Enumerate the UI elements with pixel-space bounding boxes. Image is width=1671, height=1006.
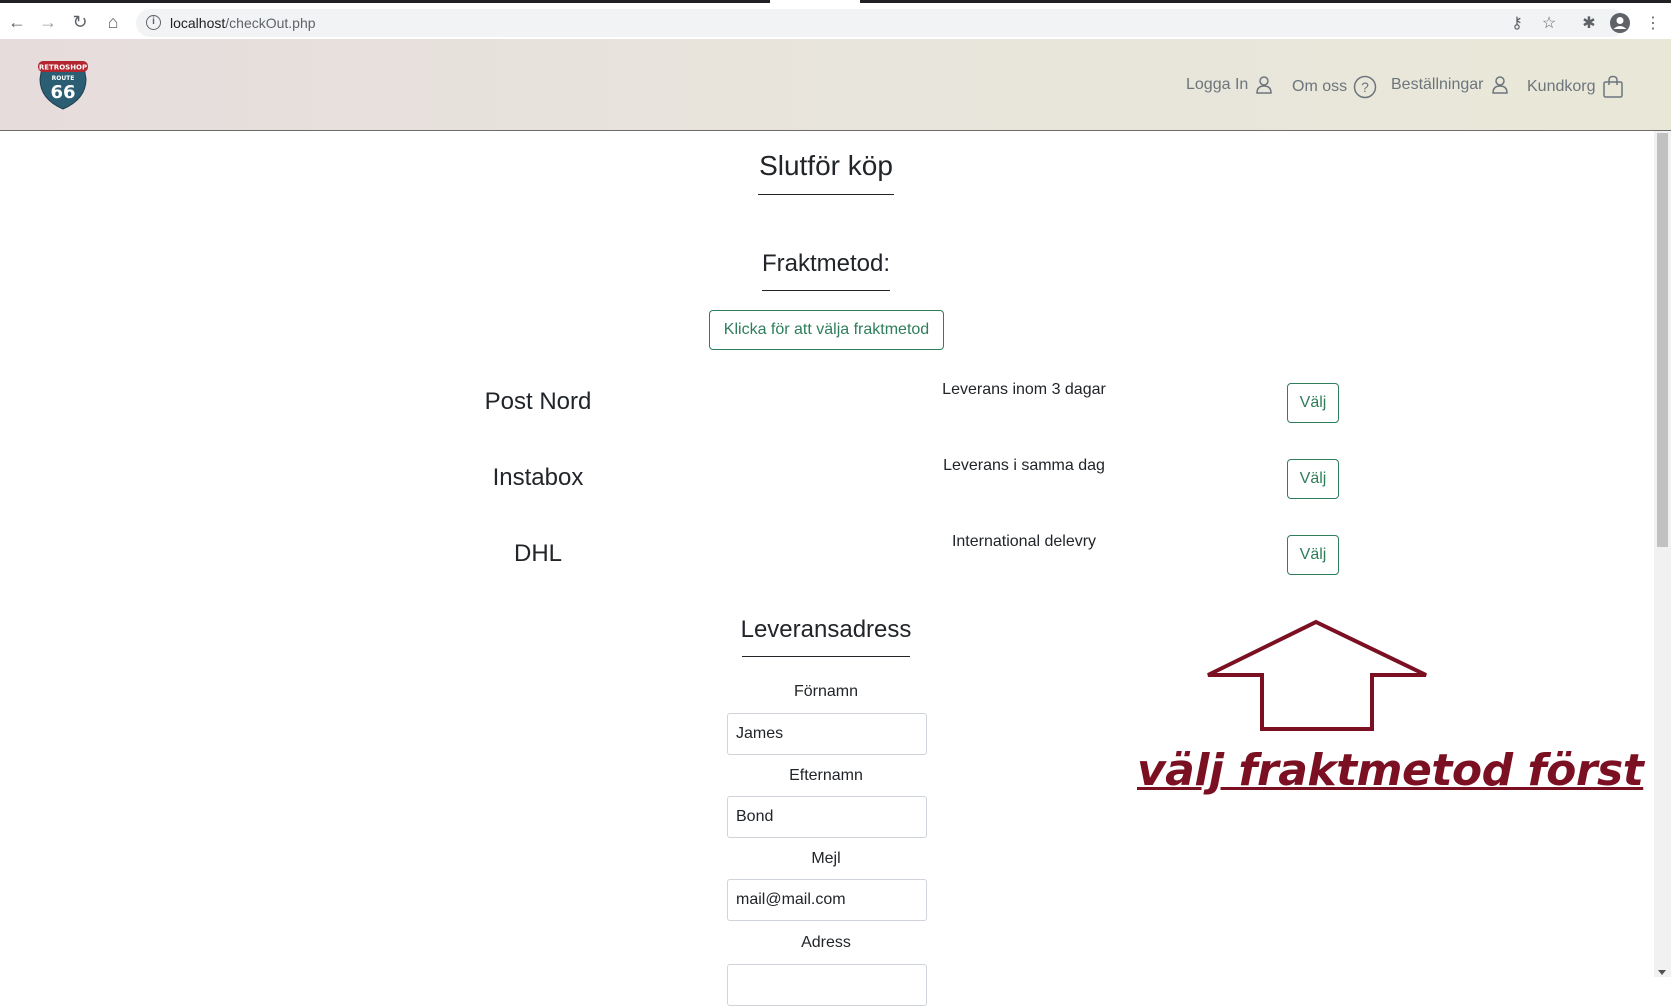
page-title: Slutför köp	[726, 150, 926, 195]
home-icon[interactable]: ⌂	[100, 9, 126, 35]
site-header: RETROSHOP ROUTE 66 Logga In Om oss ? Bes…	[0, 39, 1671, 131]
carrier-name: Instabox	[492, 464, 584, 491]
select-carrier-button[interactable]: Välj	[1287, 459, 1339, 499]
address-heading-underline	[742, 656, 910, 657]
page-title-underline	[758, 194, 894, 195]
shipping-heading-text: Fraktmetod:	[761, 250, 891, 277]
key-icon[interactable]: ⚷	[1506, 12, 1528, 34]
nav-cart-label: Kundkorg	[1527, 78, 1596, 95]
logo-brand-text: RETROSHOP	[39, 64, 87, 72]
logo-number-text: 66	[50, 82, 75, 103]
back-arrow-icon[interactable]: ←	[4, 9, 30, 35]
logo-route-text: ROUTE	[52, 75, 75, 82]
site-info-icon[interactable]: i	[146, 15, 161, 30]
shopping-bag-icon	[1602, 75, 1623, 98]
user-icon	[1491, 76, 1508, 94]
url-text: localhost/checkOut.php	[170, 15, 316, 31]
reload-icon[interactable]: ↻	[67, 9, 93, 35]
select-carrier-button[interactable]: Välj	[1287, 535, 1339, 575]
choose-shipping-button[interactable]: Klicka för att välja fraktmetod	[709, 310, 944, 350]
carrier-description: Leverans i samma dag	[943, 457, 1105, 474]
profile-icon[interactable]	[1609, 12, 1631, 34]
question-circle-icon: ?	[1353, 75, 1377, 99]
last-name-field[interactable]	[727, 796, 927, 838]
carrier-description: International delevry	[951, 533, 1097, 550]
address-field[interactable]	[727, 964, 927, 1006]
shipping-heading: Fraktmetod:	[726, 250, 926, 291]
nav-login[interactable]: Logga In	[1186, 75, 1274, 95]
up-arrow-icon	[1207, 619, 1427, 731]
select-carrier-button[interactable]: Välj	[1287, 383, 1339, 423]
carrier-name: DHL	[513, 540, 562, 567]
email-label: Mejl	[811, 850, 841, 867]
scroll-down-arrow-icon[interactable]	[1658, 970, 1666, 975]
shipping-heading-underline	[762, 290, 890, 291]
nav-login-label: Logga In	[1186, 76, 1249, 93]
extensions-icon[interactable]: ✱	[1578, 12, 1600, 34]
first-name-label: Förnamn	[793, 683, 859, 700]
url-host: localhost	[170, 15, 226, 31]
svg-text:?: ?	[1361, 79, 1369, 95]
user-icon	[1256, 76, 1273, 94]
retroshop-logo[interactable]: RETROSHOP ROUTE 66	[36, 59, 90, 111]
forward-arrow-icon[interactable]: →	[35, 9, 61, 35]
address-heading-text: Leveransadress	[740, 616, 912, 643]
nav-about[interactable]: Om oss ?	[1292, 75, 1377, 99]
star-icon[interactable]: ☆	[1538, 12, 1560, 34]
carrier-name: Post Nord	[484, 388, 592, 415]
page-title-text: Slutför köp	[759, 150, 893, 181]
email-field[interactable]	[727, 879, 927, 921]
first-name-field[interactable]	[727, 713, 927, 755]
scrollbar-thumb[interactable]	[1657, 133, 1668, 547]
carrier-description: Leverans inom 3 dagar	[942, 381, 1106, 398]
nav-orders[interactable]: Beställningar	[1391, 75, 1510, 95]
nav-cart[interactable]: Kundkorg	[1527, 75, 1624, 99]
url-path: /checkOut.php	[225, 15, 316, 31]
address-bar[interactable]: i localhost/checkOut.php	[136, 9, 1626, 37]
address-heading: Leveransadress	[706, 616, 946, 657]
page-scrollbar[interactable]	[1654, 131, 1671, 977]
menu-dots-icon[interactable]: ⋮	[1642, 12, 1664, 34]
address-label: Adress	[801, 934, 851, 951]
nav-about-label: Om oss	[1292, 78, 1348, 95]
last-name-label: Efternamn	[789, 767, 863, 784]
browser-toolbar: ← → ↻ ⌂ i localhost/checkOut.php ⚷ ☆ ✱ ⋮	[0, 3, 1671, 39]
nav-orders-label: Beställningar	[1391, 76, 1484, 93]
annotation-text: välj fraktmetod först	[1137, 745, 1644, 796]
